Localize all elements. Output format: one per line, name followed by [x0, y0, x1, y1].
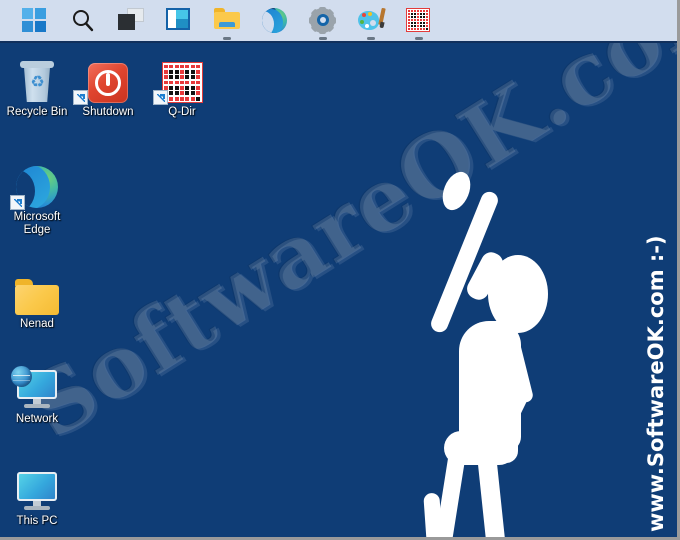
wallpaper-stick-figure	[404, 167, 634, 537]
edge-icon	[262, 7, 288, 34]
taskbar-paint-button[interactable]	[354, 2, 388, 40]
desktop-icon-network[interactable]: Network	[0, 364, 74, 426]
windows-start-icon	[22, 7, 48, 34]
desktop-icon-q-dir[interactable]: Q-Dir	[145, 57, 219, 119]
desktop-icon-microsoft-edge[interactable]: Microsoft Edge	[0, 162, 74, 237]
desktop-icon-label: Nenad	[20, 318, 54, 330]
desktop-icon-label: Recycle Bin	[6, 106, 68, 118]
desktop-icon-label: Network	[15, 413, 59, 425]
shortcut-arrow-icon	[153, 90, 168, 105]
taskbar-file-explorer-button[interactable]	[210, 2, 244, 40]
taskbar-search-button[interactable]	[66, 2, 100, 40]
qdir-grid-icon	[406, 7, 432, 34]
task-view-icon	[118, 7, 144, 34]
search-icon	[70, 8, 96, 34]
desktop-icon-this-pc[interactable]: This PC	[0, 466, 74, 528]
taskbar-widgets-button[interactable]	[162, 2, 196, 40]
widgets-icon	[166, 7, 192, 34]
qdir-grid-icon	[145, 57, 219, 105]
desktop-icon-shutdown[interactable]: Shutdown	[71, 57, 145, 119]
shutdown-power-icon	[71, 57, 145, 105]
desktop-icon-recycle-bin[interactable]: ♻ Recycle Bin	[0, 57, 74, 119]
running-indicator	[415, 36, 423, 40]
desktop-icon-nenad[interactable]: Nenad	[0, 269, 74, 331]
taskbar-microsoft-edge-button[interactable]	[258, 2, 292, 40]
desktop-icon-label: Q-Dir	[168, 106, 196, 118]
gear-icon	[309, 6, 336, 34]
taskbar-settings-button[interactable]	[306, 2, 340, 40]
shortcut-arrow-icon	[10, 195, 25, 210]
palette-icon	[358, 7, 386, 34]
shortcut-arrow-icon	[73, 90, 88, 105]
edge-icon	[0, 162, 74, 210]
desktop-icon-label: Microsoft Edge	[13, 211, 61, 236]
taskbar-q-dir-button[interactable]	[402, 2, 436, 40]
folder-icon	[0, 269, 74, 315]
taskbar-start-button[interactable]	[18, 2, 52, 40]
running-indicator	[223, 36, 231, 40]
taskbar	[0, 0, 677, 43]
folder-icon	[214, 7, 240, 34]
desktop-surface[interactable]: SoftwareOK.com ♻ Recycle Bin Shutdown Q-…	[0, 43, 677, 537]
network-monitor-icon	[0, 364, 74, 410]
running-indicator	[319, 36, 327, 40]
recycle-bin-icon: ♻	[0, 57, 74, 103]
desktop-icon-label: This PC	[16, 515, 58, 527]
desktop-screenshot: SoftwareOK.com ♻ Recycle Bin Shutdown Q-…	[0, 0, 680, 540]
running-indicator	[367, 36, 375, 40]
taskbar-task-view-button[interactable]	[114, 2, 148, 40]
this-pc-monitor-icon	[0, 466, 74, 512]
desktop-icon-label: Shutdown	[82, 106, 134, 118]
